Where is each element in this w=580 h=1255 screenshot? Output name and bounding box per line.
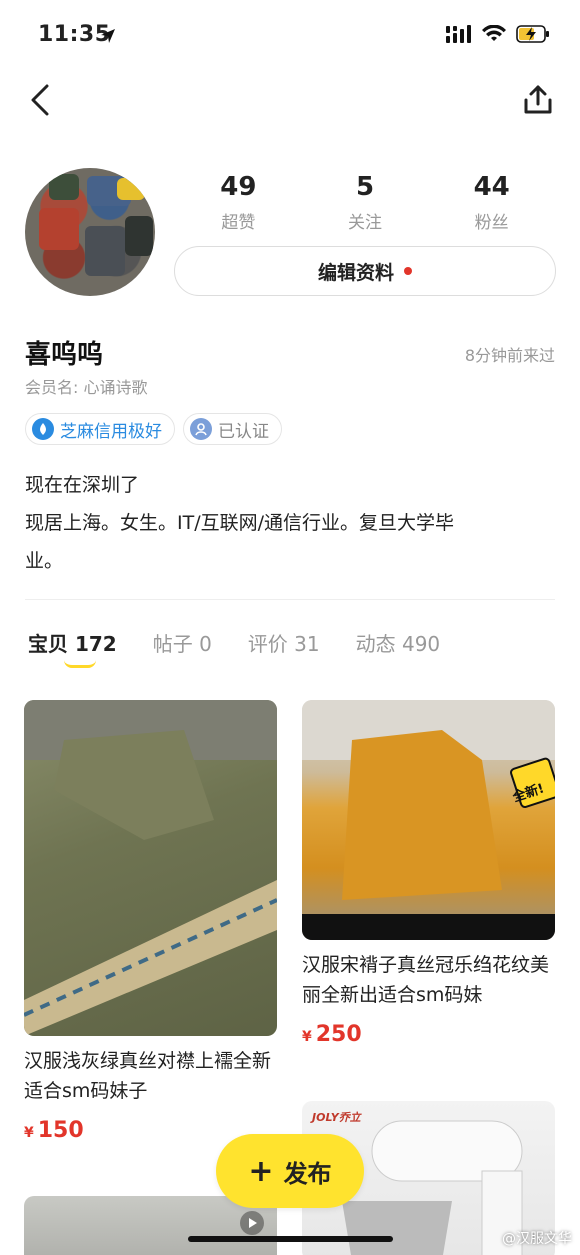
location-arrow-icon (101, 29, 115, 43)
tab-label: 评价 (247, 632, 288, 656)
avatar-toy-car (49, 174, 79, 200)
home-indicator[interactable] (188, 1236, 393, 1242)
tab-label: 宝贝 (28, 632, 68, 656)
price-value: 250 (315, 1022, 362, 1047)
battery-charging-icon (516, 25, 549, 43)
item-title: 汉服浅灰绿真丝对襟上襦全新适合sm码妹子 (24, 1050, 272, 1102)
tab-items[interactable]: 宝贝 172 (28, 628, 117, 668)
currency-symbol: ¥ (24, 1125, 34, 1141)
watermark: @汉服文华 (502, 1231, 572, 1247)
item-title: 汉服宋褙子真丝冠乐绉花纹美丽全新出适合sm码妹 (302, 954, 550, 1006)
back-arrow-icon (31, 84, 49, 116)
bio-line: 业。 (25, 550, 64, 572)
verified-badge-label: 已认证 (218, 421, 269, 442)
profile-bio: 现在在深圳了 现居上海。女生。IT/互联网/通信行业。复旦大学毕 业。 (25, 466, 545, 580)
stat-number: 44 (473, 172, 510, 202)
top-nav (0, 78, 580, 122)
tab-count: 0 (199, 632, 212, 656)
tab-count: 31 (294, 632, 320, 656)
garment-photo-illustration (302, 700, 555, 940)
item-card[interactable]: 汉服浅灰绿真丝对襟上襦全新适合sm码妹子 ¥150 (24, 700, 277, 1143)
avatar[interactable] (25, 168, 155, 296)
member-name: 会员名: 心诵诗歌 (25, 378, 148, 397)
tab-label: 帖子 (152, 632, 193, 656)
stat-label: 超赞 (221, 213, 256, 233)
bio-line: 现在在深圳了 (25, 474, 140, 496)
notification-dot (404, 267, 412, 275)
sesame-credit-icon (32, 418, 54, 440)
profile-tabs: 宝贝 172 帖子 0 评价 31 动态 490 (28, 628, 441, 668)
tab-activity[interactable]: 动态 490 (356, 628, 441, 657)
stat-followers[interactable]: 44 粉丝 (428, 172, 555, 233)
garment-illustration (24, 700, 277, 1036)
publish-label: 发布 (283, 1159, 332, 1188)
item-image: 全新! (302, 700, 555, 940)
edit-profile-label: 编辑资料 (317, 261, 394, 284)
avatar-toy-car (117, 178, 145, 200)
currency-symbol: ¥ (302, 1029, 312, 1045)
credit-badge[interactable]: 芝麻信用极好 (25, 413, 175, 445)
verified-icon (190, 418, 212, 440)
stat-number: 5 (355, 172, 375, 202)
share-button[interactable] (518, 80, 558, 120)
profile-stats: 49 超赞 5 关注 44 粉丝 (175, 172, 555, 233)
stat-label: 关注 (348, 213, 382, 233)
badges: 芝麻信用极好 已认证 (25, 413, 282, 445)
stat-following[interactable]: 5 关注 (302, 172, 429, 233)
plus-icon: + (248, 1153, 274, 1189)
tab-count: 490 (401, 632, 441, 656)
credit-badge-label: 芝麻信用极好 (60, 421, 162, 442)
tab-posts[interactable]: 帖子 0 (153, 628, 212, 657)
back-button[interactable] (22, 80, 58, 120)
cellular-signal-icon (446, 25, 471, 43)
stat-label: 粉丝 (474, 213, 509, 233)
stat-number: 49 (220, 172, 257, 202)
status-bar: 11:35 (0, 0, 580, 70)
bio-line: 现居上海。女生。IT/互联网/通信行业。复旦大学毕 (25, 512, 455, 534)
stat-likes[interactable]: 49 超赞 (175, 172, 302, 233)
last-seen: 8分钟前来过 (464, 346, 555, 365)
wifi-icon (482, 25, 506, 41)
verified-badge[interactable]: 已认证 (183, 413, 282, 445)
price-value: 150 (37, 1118, 84, 1143)
edit-profile-button[interactable]: 编辑资料 (174, 246, 556, 296)
share-icon (524, 85, 552, 114)
tab-reviews[interactable]: 评价 31 (248, 628, 320, 657)
video-play-icon (240, 1211, 264, 1235)
item-card[interactable]: 全新! 汉服宋褙子真丝冠乐绉花纹美丽全新出适合sm码妹 ¥250 (302, 700, 555, 1047)
avatar-toy-car (85, 226, 125, 276)
divider (25, 599, 555, 600)
profile-name: 喜呜呜 (25, 340, 104, 370)
item-price: ¥250 (302, 1022, 555, 1047)
item-image (24, 700, 277, 1036)
tab-count: 172 (74, 632, 117, 656)
publish-button[interactable]: + 发布 (216, 1134, 364, 1208)
avatar-toy-car (39, 208, 79, 250)
avatar-toy-car (125, 216, 153, 256)
tab-label: 动态 (355, 632, 396, 656)
